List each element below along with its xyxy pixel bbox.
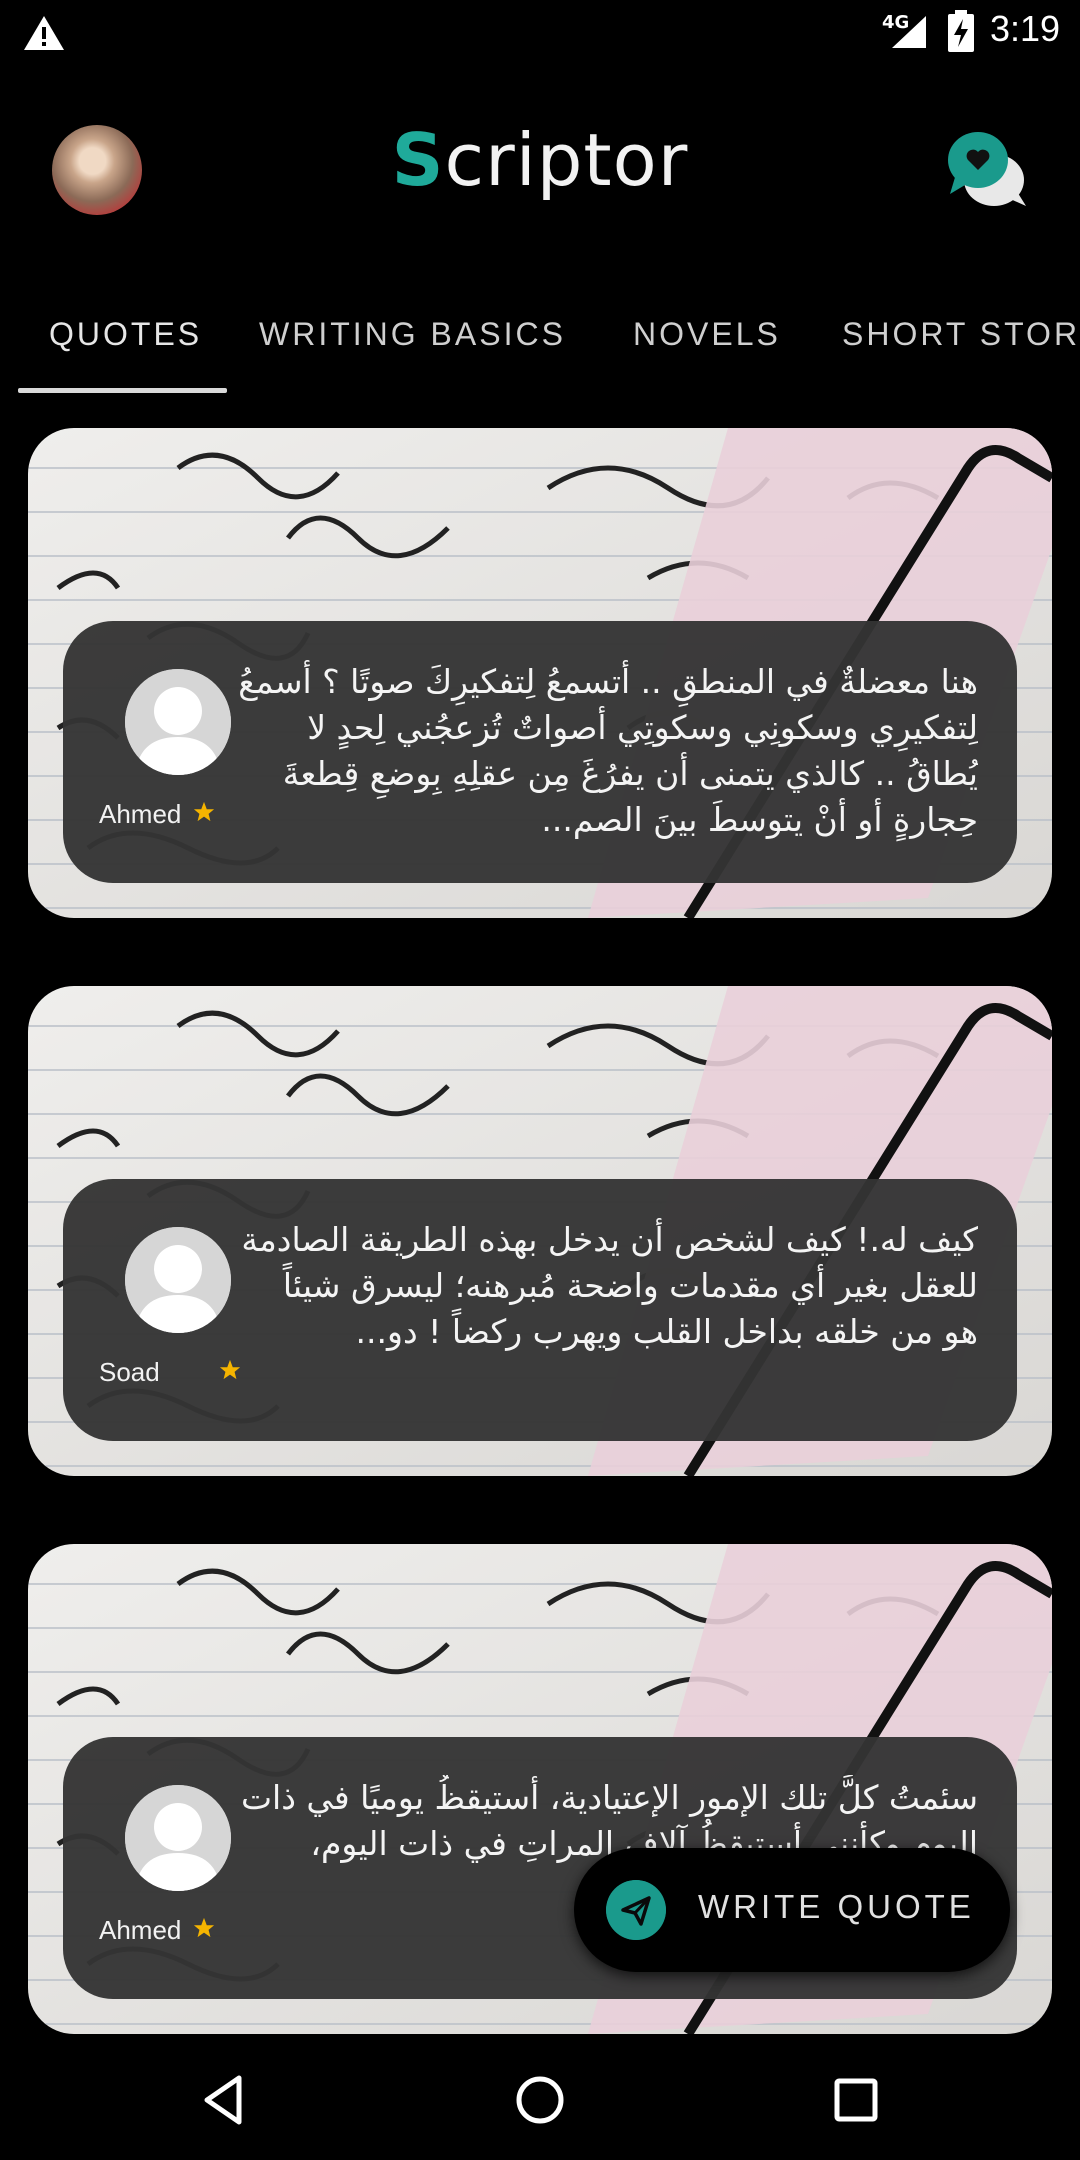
write-quote-button[interactable]: WRITE QUOTE bbox=[574, 1848, 1010, 1972]
battery-charging-icon bbox=[948, 10, 974, 52]
star-icon bbox=[193, 801, 215, 822]
author-avatar-icon[interactable] bbox=[125, 1227, 231, 1333]
signal-icon bbox=[892, 16, 926, 48]
home-icon[interactable] bbox=[510, 2070, 570, 2130]
app-title-rest: criptor bbox=[444, 118, 689, 202]
recents-icon[interactable] bbox=[826, 2070, 886, 2130]
write-quote-label: WRITE QUOTE bbox=[698, 1888, 975, 1925]
quote-text: كيف له.! كيف لشخص أن يدخل بهذه الطريقة ا… bbox=[241, 1220, 978, 1351]
quote-card[interactable]: Ahmed هنا معضلةٌ في المنطقِ .. أتسمعُ لِ… bbox=[28, 428, 1052, 918]
author-avatar-icon[interactable] bbox=[125, 1785, 231, 1891]
app-title: Scriptor bbox=[0, 118, 1080, 202]
tab-indicator bbox=[18, 388, 227, 393]
warning-icon bbox=[24, 16, 64, 50]
author-avatar-icon[interactable] bbox=[125, 669, 231, 775]
quote-text: هنا معضلةٌ في المنطقِ .. أتسمعُ لِتفكيرِ… bbox=[238, 662, 978, 839]
send-icon bbox=[606, 1880, 666, 1940]
quote-overlay: Soad كيف له.! كيف لشخص أن يدخل بهذه الطر… bbox=[63, 1179, 1017, 1441]
tab-novels[interactable]: NOVELS bbox=[633, 316, 781, 353]
quote-overlay: Ahmed هنا معضلةٌ في المنطقِ .. أتسمعُ لِ… bbox=[63, 621, 1017, 883]
author-name[interactable]: Ahmed bbox=[99, 799, 181, 830]
quote-card[interactable]: Soad كيف له.! كيف لشخص أن يدخل بهذه الطر… bbox=[28, 986, 1052, 1476]
star-icon bbox=[193, 1917, 215, 1938]
author-name[interactable]: Soad bbox=[99, 1357, 160, 1388]
tab-quotes[interactable]: QUOTES bbox=[49, 316, 202, 353]
clock: 3:19 bbox=[990, 8, 1061, 49]
category-tabs: QUOTES WRITING BASICS NOVELS SHORT STOR bbox=[0, 300, 1080, 394]
tab-writing-basics[interactable]: WRITING BASICS bbox=[259, 316, 566, 353]
status-bar: 4G 3:19 bbox=[0, 0, 1080, 64]
app-title-initial: S bbox=[391, 118, 445, 202]
system-nav-bar bbox=[0, 2040, 1080, 2160]
chat-heart-icon[interactable] bbox=[946, 128, 1030, 212]
back-icon[interactable] bbox=[195, 2070, 255, 2130]
tab-short-stories[interactable]: SHORT STOR bbox=[842, 316, 1080, 353]
author-name[interactable]: Ahmed bbox=[99, 1915, 181, 1946]
